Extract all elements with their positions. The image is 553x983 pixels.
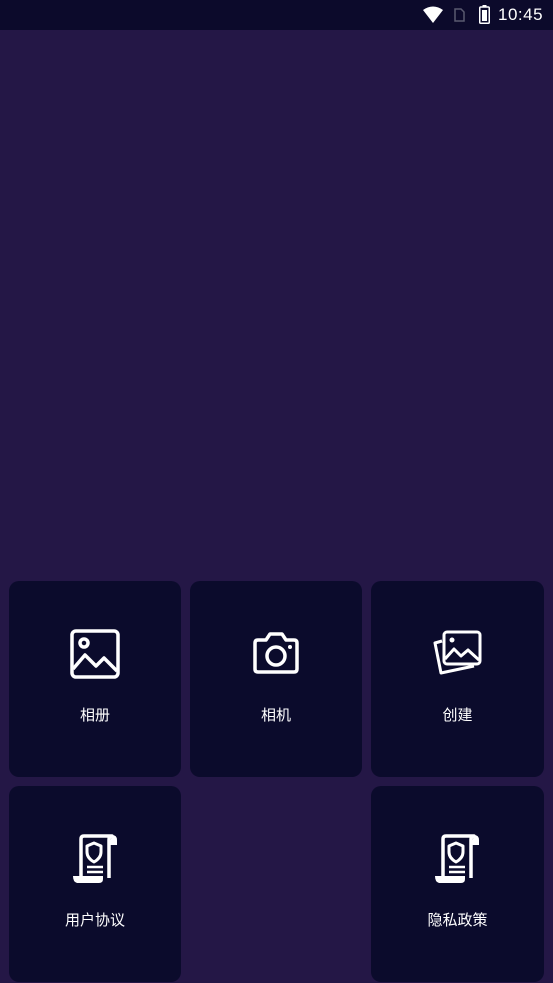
status-time: 10:45: [498, 5, 544, 24]
status-bar: 10:45: [0, 0, 553, 30]
photos-stack-icon: [433, 630, 482, 675]
camera-icon: [253, 632, 299, 674]
camera-label: 相机: [260, 706, 291, 724]
user-agreement-label: 用户协议: [64, 911, 125, 929]
wifi-icon: [423, 6, 443, 23]
create-button[interactable]: 创建: [371, 581, 544, 777]
document-shield-icon: [435, 834, 479, 883]
image-icon: [70, 629, 120, 679]
album-button[interactable]: 相册: [9, 581, 181, 777]
user-agreement-button[interactable]: 用户协议: [9, 786, 181, 982]
album-label: 相册: [79, 706, 110, 724]
camera-button[interactable]: 相机: [190, 581, 362, 777]
battery-icon: [479, 5, 490, 24]
privacy-policy-button[interactable]: 隐私政策: [371, 786, 544, 982]
document-shield-icon: [73, 834, 117, 883]
sim-card-icon: [454, 8, 465, 22]
privacy-policy-label: 隐私政策: [427, 911, 488, 929]
create-label: 创建: [442, 706, 473, 724]
